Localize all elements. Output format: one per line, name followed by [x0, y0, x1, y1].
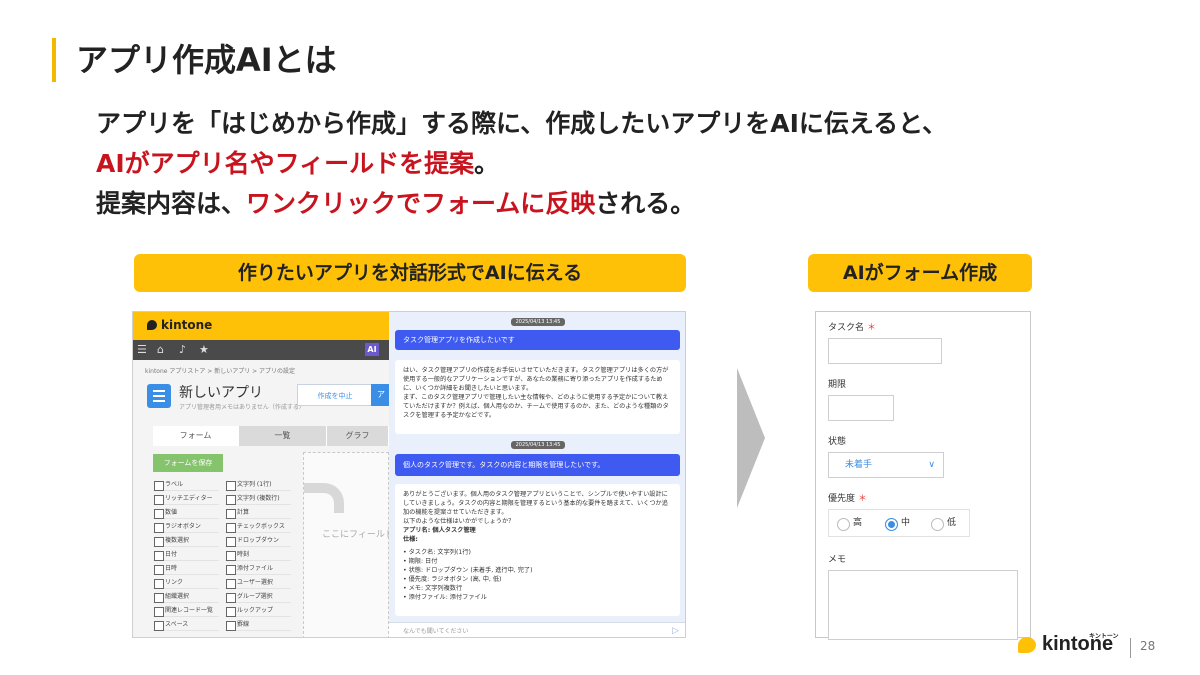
priority-radio-high[interactable]: 高 [837, 517, 862, 531]
chat-input[interactable]: なんでも聞いてください ▷ [389, 622, 685, 637]
lead-highlight-2: ワンクリックでフォームに反映 [246, 189, 596, 218]
required-mark: ＊ [867, 323, 877, 333]
kintone-logo-icon [1018, 637, 1036, 653]
footer-divider [1130, 638, 1131, 658]
chat-timestamp: 2025/04/13 13:45 [389, 441, 685, 449]
apply-app-button[interactable]: ア [371, 384, 391, 406]
palette-item[interactable]: 日付 [153, 549, 219, 561]
user-message: 個人のタスク管理です。タスクの内容と期限を管理したいです。 [395, 454, 680, 476]
kintone-brand-kana: キントーン [1089, 633, 1119, 640]
chevron-down-icon: ∨ [928, 460, 935, 470]
lead-line-1: アプリを「はじめから作成」する際に、作成したいアプリをAIに伝えると、 [96, 109, 948, 138]
palette-item[interactable]: ドロップダウン [225, 535, 291, 547]
palette-item[interactable]: リンク [153, 577, 219, 589]
palette-item[interactable]: スペース [153, 619, 219, 631]
menu-icon[interactable]: ☰ [137, 343, 147, 356]
breadcrumb: kintone アプリストア > 新しいアプリ > アプリの設定 [145, 368, 296, 375]
deadline-label: 期限 [828, 380, 847, 390]
priority-radio-group: 高 中 低 [828, 509, 970, 537]
palette-item[interactable]: 罫線 [225, 619, 291, 631]
palette-item[interactable]: 文字列 (1行) [225, 479, 291, 491]
required-mark: ＊ [858, 494, 868, 504]
palette-item[interactable]: 組織選択 [153, 591, 219, 603]
app-memo: アプリ管理者用メモはありません（作成する） [179, 404, 305, 411]
palette-item[interactable]: 添付ファイル [225, 563, 291, 575]
priority-label: 優先度＊ [828, 494, 868, 504]
app-title: 新しいアプリ [179, 385, 263, 401]
pill-chat-step: 作りたいアプリを対話形式でAIに伝える [134, 254, 686, 292]
lead-text: アプリを「はじめから作成」する際に、作成したいアプリをAIに伝えると、 AIがア… [96, 104, 947, 224]
drag-arrow-icon [304, 483, 344, 513]
palette-item[interactable]: ラベル [153, 479, 219, 491]
save-form-button[interactable]: フォームを保存 [153, 454, 223, 472]
palette-item[interactable]: 時刻 [225, 549, 291, 561]
page-number: 28 [1140, 639, 1156, 653]
palette-item[interactable]: 文字列 (複数行) [225, 493, 291, 505]
memo-textarea[interactable] [828, 570, 1018, 640]
deadline-date-input[interactable] [828, 395, 894, 421]
palette-item[interactable]: ルックアップ [225, 605, 291, 617]
app-list-icon [147, 384, 171, 408]
send-icon[interactable]: ▷ [672, 626, 679, 637]
lead-line-2-rest: 。 [474, 149, 500, 178]
priority-radio-medium[interactable]: 中 [885, 517, 910, 531]
palette-item[interactable]: ラジオボタン [153, 521, 219, 533]
palette-item[interactable]: 関連レコード一覧 [153, 605, 219, 617]
kintone-logo-icon [147, 320, 157, 330]
memo-label: メモ [828, 555, 847, 565]
cancel-create-button[interactable]: 作成を中止 [297, 384, 373, 406]
palette-item[interactable]: ユーザー選択 [225, 577, 291, 589]
priority-radio-low[interactable]: 低 [931, 517, 956, 531]
task-name-input[interactable] [828, 338, 942, 364]
kintone-logo: kintone [147, 318, 212, 332]
kintone-nav-bar: ☰ ⌂ ♪ ★ AI [133, 340, 389, 360]
settings-tabs: フォーム 一覧 グラフ [153, 426, 389, 446]
kintone-screenshot: kintone ☰ ⌂ ♪ ★ AI kintone アプリストア > 新しいア… [132, 311, 686, 638]
lead-highlight-1: AIがアプリ名やフィールドを提案 [96, 149, 475, 178]
palette-item[interactable]: チェックボックス [225, 521, 291, 533]
palette-item[interactable]: リッチエディター [153, 493, 219, 505]
generated-form: タスク名＊ 期限 状態 未着手 ∨ 優先度＊ 高 中 低 メモ [815, 311, 1031, 640]
ai-chat-panel: 2025/04/13 13:45 タスク管理アプリを作成したいです はい、タスク… [389, 312, 685, 637]
bell-icon[interactable]: ♪ [179, 343, 186, 356]
lead-line-3: 提案内容は、ワンクリックでフォームに反映される。 [96, 184, 947, 224]
drop-zone-hint: ここにフィールド [322, 530, 394, 540]
star-icon[interactable]: ★ [199, 343, 209, 356]
user-message: タスク管理アプリを作成したいです [395, 330, 680, 350]
tab-graph[interactable]: グラフ [327, 426, 389, 446]
home-icon[interactable]: ⌂ [157, 343, 164, 356]
task-name-label: タスク名＊ [828, 323, 877, 333]
palette-item[interactable]: 数値 [153, 507, 219, 519]
status-dropdown[interactable]: 未着手 ∨ [828, 452, 944, 478]
palette-item[interactable]: 複数選択 [153, 535, 219, 547]
pill-form-step: AIがフォーム作成 [808, 254, 1032, 292]
ai-message: ありがとうございます。個人用のタスク管理アプリということで、シンプルで使いやすい… [395, 484, 680, 616]
flow-arrow-icon [737, 368, 765, 508]
chat-timestamp: 2025/04/13 13:45 [389, 318, 685, 326]
kintone-header: kintone [133, 312, 389, 340]
palette-item[interactable]: グループ選択 [225, 591, 291, 603]
palette-item[interactable]: 計算 [225, 507, 291, 519]
slide-title: アプリ作成AIとは [76, 41, 337, 79]
lead-line-3-a: 提案内容は、 [96, 189, 247, 218]
lead-line-3-b: される。 [595, 189, 696, 218]
ai-badge-button[interactable]: AI [365, 343, 379, 356]
ai-message: はい、タスク管理アプリの作成をお手伝いさせていただきます。タスク管理アプリは多く… [395, 360, 680, 434]
status-label: 状態 [828, 437, 847, 447]
palette-item[interactable]: 日時 [153, 563, 219, 575]
tab-form[interactable]: フォーム [153, 426, 239, 446]
tab-list[interactable]: 一覧 [239, 426, 327, 446]
form-drop-zone[interactable]: ここにフィールド [303, 452, 394, 637]
lead-line-2: AIがアプリ名やフィールドを提案。 [96, 144, 947, 184]
title-accent-bar [52, 38, 56, 82]
